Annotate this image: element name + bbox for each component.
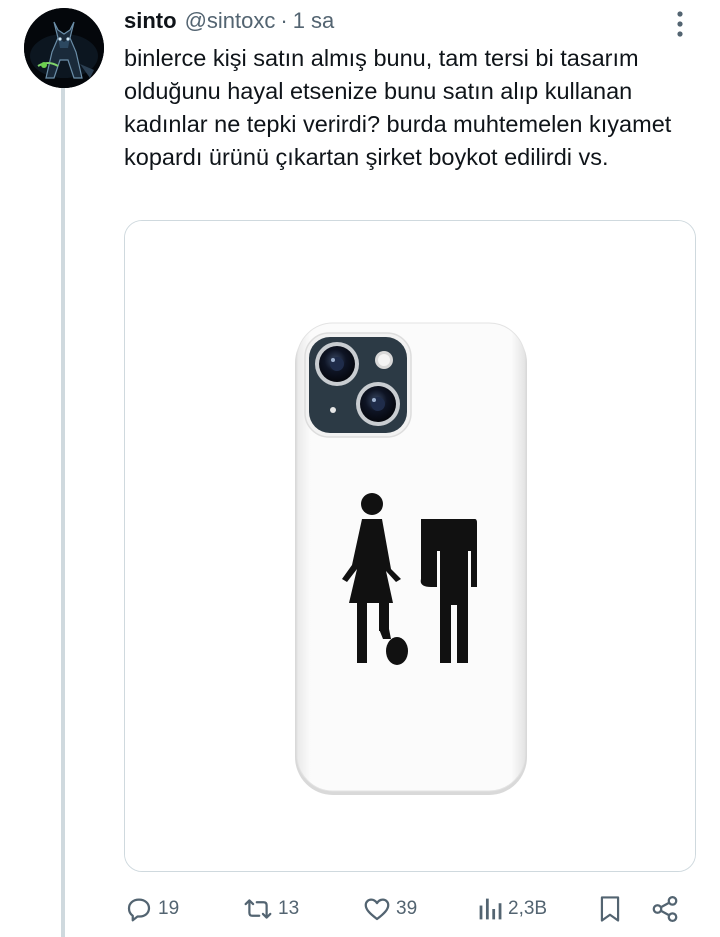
- view-count: 2,3B: [508, 898, 548, 919]
- like-button[interactable]: 39: [362, 890, 417, 928]
- author-handle[interactable]: @sintoxc: [185, 8, 276, 34]
- retweet-button[interactable]: 13: [242, 890, 299, 928]
- more-options-button[interactable]: [664, 8, 696, 40]
- author-name[interactable]: sinto: [124, 8, 177, 34]
- reply-button[interactable]: 19: [124, 890, 179, 928]
- tweet-page: sinto @sintoxc · 1 sa binlerce kişi satı…: [0, 0, 720, 937]
- views-icon: [476, 894, 504, 924]
- reply-count: 19: [158, 898, 180, 919]
- tweet-text: binlerce kişi satın almış bunu, tam ters…: [124, 45, 672, 170]
- views-button[interactable]: 2,3B: [476, 890, 547, 928]
- separator-dot: ·: [280, 8, 288, 33]
- phone-case-image: [125, 221, 695, 871]
- tweet-header: sinto @sintoxc · 1 sa: [124, 6, 334, 36]
- share-icon: [650, 894, 680, 924]
- like-count: 39: [396, 898, 418, 919]
- avatar[interactable]: [24, 8, 104, 88]
- share-button[interactable]: [650, 890, 680, 928]
- reply-icon: [124, 894, 154, 924]
- thread-line: [61, 88, 65, 937]
- retweet-icon: [242, 894, 274, 924]
- tweet-actions: 19 13 39 2,3B: [124, 890, 690, 928]
- tweet-media[interactable]: [124, 220, 696, 872]
- like-icon: [362, 894, 392, 924]
- more-vertical-icon: [677, 11, 683, 37]
- retweet-count: 13: [278, 898, 300, 919]
- timestamp[interactable]: 1 sa: [293, 8, 335, 34]
- bookmark-button[interactable]: [596, 890, 624, 928]
- bookmark-icon: [596, 894, 624, 924]
